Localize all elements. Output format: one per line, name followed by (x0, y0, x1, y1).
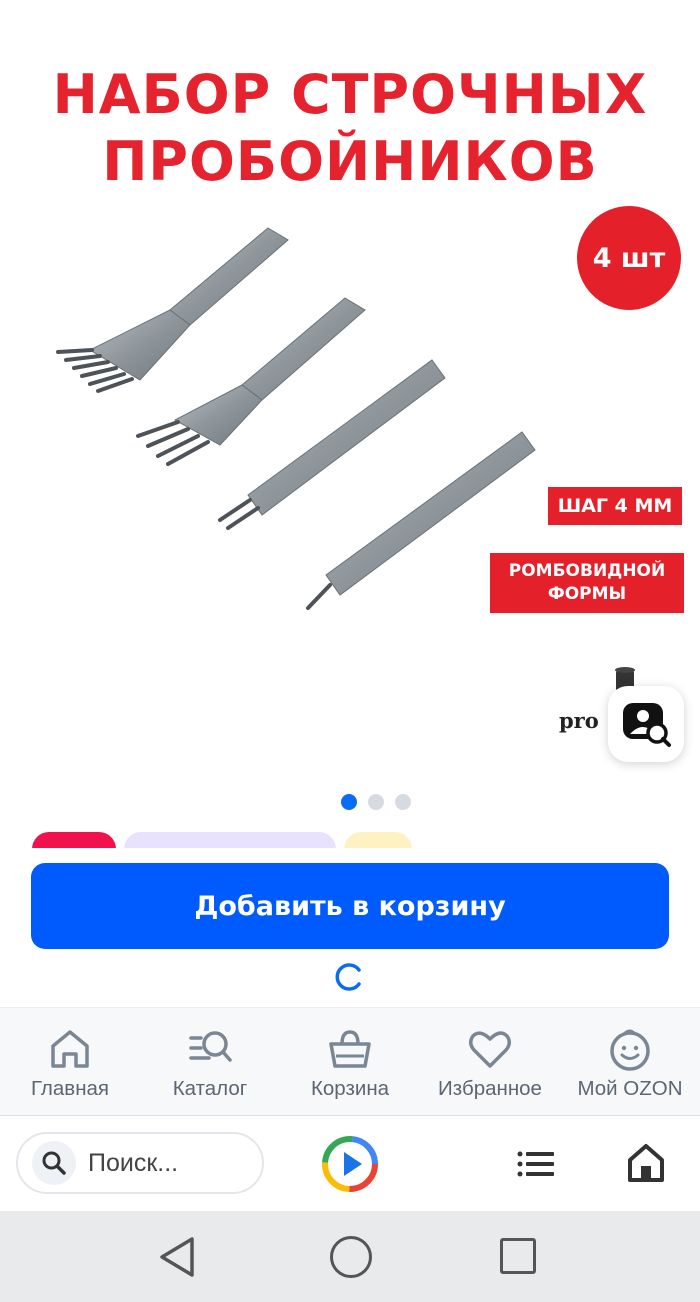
visual-search-button[interactable] (608, 686, 684, 762)
loading-spinner-icon (335, 963, 361, 991)
catalog-search-icon (189, 1031, 232, 1062)
tabs-list-icon[interactable] (516, 1148, 556, 1180)
brand-text: pro (559, 708, 599, 733)
heart-icon (469, 1031, 511, 1068)
search-placeholder: Поиск... (88, 1148, 179, 1177)
nav-item-favorites[interactable]: Избранное (420, 1008, 560, 1116)
nav-label-home: Главная (30, 1077, 110, 1100)
bonus-chip[interactable] (124, 832, 336, 848)
system-navigation-bar (0, 1211, 700, 1302)
home-icon (51, 1030, 89, 1068)
image-carousel-dots (341, 794, 411, 810)
nav-label-profile: Мой OZON (577, 1077, 683, 1100)
extra-chip (344, 832, 412, 848)
search-icon-wrap (32, 1141, 76, 1185)
carousel-dot-3[interactable] (395, 794, 411, 810)
browser-home-icon[interactable] (626, 1142, 666, 1184)
assistant-play-button[interactable] (320, 1134, 380, 1194)
quantity-badge: 4 шт (577, 206, 681, 310)
promo-title-line2: ПРОБОЙНИКОВ (102, 130, 598, 193)
punch-tools-illustration (56, 227, 536, 610)
shape-badge-line1: РОМБОВИДНОЙ (508, 561, 666, 581)
image-search-icon (623, 703, 671, 747)
back-icon[interactable] (158, 1235, 198, 1279)
nav-label-cart: Корзина (310, 1077, 390, 1100)
product-image[interactable]: НАБОР СТРОЧНЫХ ПРОБОЙНИКОВ 4 шт ШАГ 4 ММ… (0, 0, 700, 780)
browser-toolbar: Поиск... (0, 1115, 700, 1211)
nav-item-catalog[interactable]: Каталог (140, 1008, 280, 1116)
punch-6-prong (56, 227, 289, 393)
step-badge: ШАГ 4 ММ (548, 487, 682, 525)
price-badges-row (0, 832, 700, 848)
basket-icon (329, 1030, 371, 1068)
play-icon (344, 1152, 362, 1176)
nav-item-home[interactable]: Главная (0, 1008, 140, 1116)
discount-chip (32, 832, 116, 848)
promo-title-line1: НАБОР СТРОЧНЫХ (52, 63, 648, 126)
nav-item-cart[interactable]: Корзина (280, 1008, 420, 1116)
bottom-nav: Главная Каталог Корзина Избранное Мой OZ… (0, 1007, 700, 1115)
recent-apps-icon[interactable] (500, 1238, 536, 1274)
browser-search-input[interactable]: Поиск... (16, 1132, 264, 1194)
add-to-cart-button[interactable]: Добавить в корзину (31, 863, 669, 949)
profile-smile-icon (610, 1029, 650, 1071)
search-icon (42, 1151, 66, 1175)
carousel-dot-1[interactable] (341, 794, 357, 810)
carousel-dot-2[interactable] (368, 794, 384, 810)
nav-item-profile[interactable]: Мой OZON (560, 1008, 700, 1116)
system-home-icon[interactable] (330, 1236, 372, 1278)
nav-label-catalog: Каталог (172, 1077, 248, 1100)
shape-badge-line2: ФОРМЫ (547, 584, 627, 604)
nav-label-favorites: Избранное (438, 1077, 542, 1100)
shape-badge: РОМБОВИДНОЙ ФОРМЫ (490, 553, 684, 613)
